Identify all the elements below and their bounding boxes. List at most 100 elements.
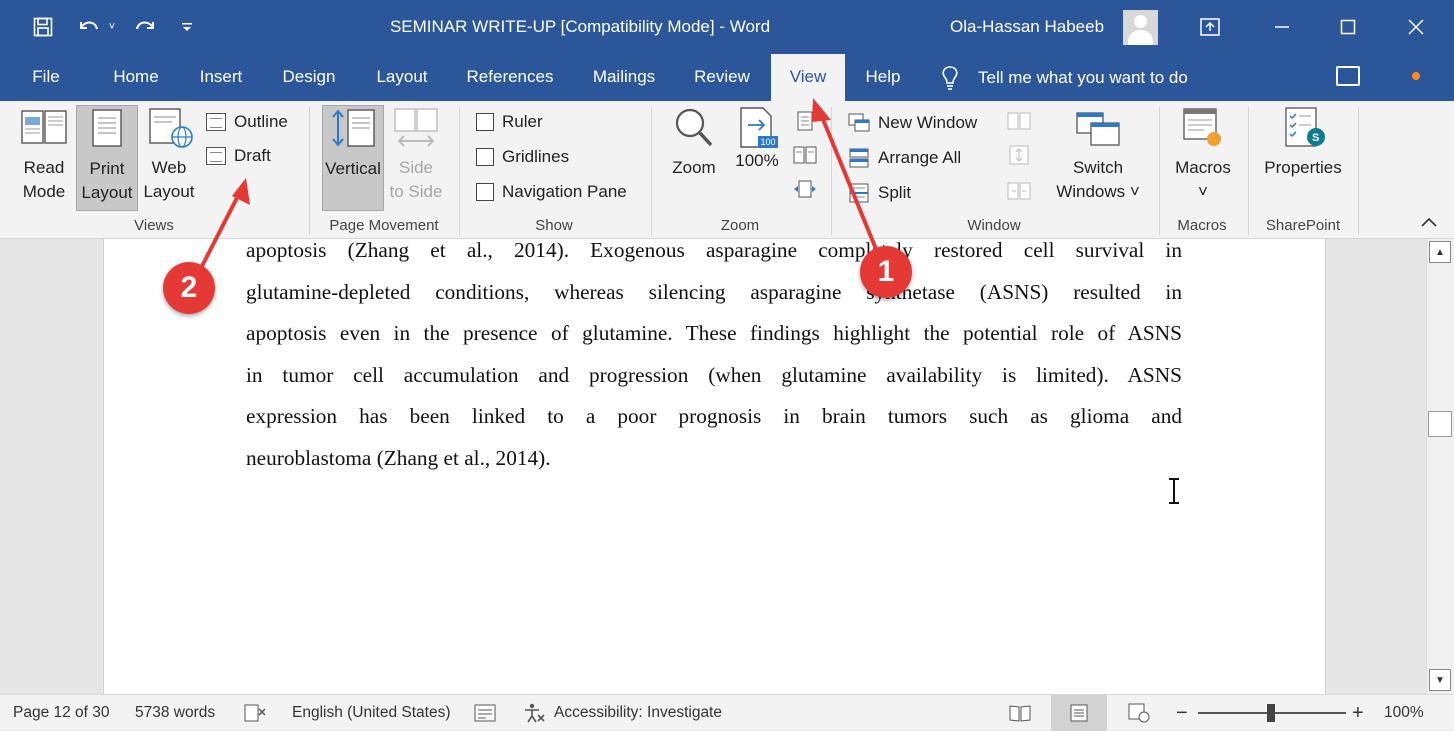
synchronous-scrolling-icon[interactable] — [1006, 143, 1032, 167]
save-icon[interactable] — [26, 10, 60, 44]
tab-insert[interactable]: Insert — [190, 54, 252, 101]
title-bar: ˅ SEMINAR WRITE-UP [Compatibility Mode] … — [0, 0, 1454, 54]
switch-windows-button[interactable]: Switch Windows ˅ — [1046, 105, 1150, 211]
minimize-icon[interactable] — [1262, 8, 1302, 46]
text-line: neuroblastoma (Zhang et al., 2014). — [246, 445, 551, 470]
gridlines-checkbox[interactable]: Gridlines — [476, 142, 569, 172]
zoom-100-button[interactable]: 100 100% — [730, 105, 784, 211]
read-mode-button[interactable]: Read Mode — [14, 105, 74, 211]
ruler-checkbox[interactable]: Ruler — [476, 107, 543, 137]
tab-home[interactable]: Home — [100, 54, 172, 101]
magnifier-icon — [675, 108, 713, 147]
zoom-out-icon[interactable]: − — [1176, 695, 1188, 731]
gridlines-check[interactable] — [476, 148, 494, 166]
one-page-icon[interactable] — [792, 109, 818, 133]
tell-me-search[interactable]: Tell me what you want to do — [940, 54, 1188, 101]
outline-button[interactable]: Outline — [206, 107, 288, 137]
vertical-icon — [332, 109, 375, 147]
arrange-all-icon — [849, 148, 869, 168]
page-count[interactable]: Page 12 of 30 — [13, 695, 110, 731]
web-layout-view-icon[interactable] — [1111, 695, 1167, 731]
print-layout-view-icon[interactable] — [1051, 695, 1107, 731]
ruler-check[interactable] — [476, 113, 494, 131]
status-bar: Page 12 of 30 5738 words English (United… — [0, 694, 1454, 731]
zoom-group-label: Zoom — [720, 217, 760, 234]
annotation-badge-2: 2 — [163, 262, 215, 314]
zoom-slider-thumb[interactable] — [1267, 704, 1275, 722]
page-width-icon[interactable] — [792, 177, 818, 201]
read-mode-view-icon[interactable] — [992, 695, 1048, 731]
split-label: Split — [878, 183, 912, 202]
ribbon-display-icon[interactable] — [1190, 8, 1230, 46]
switch-windows-icon — [1076, 112, 1120, 146]
collapse-ribbon-icon[interactable] — [1418, 215, 1440, 233]
new-window-label: New Window — [878, 113, 978, 132]
tab-layout[interactable]: Layout — [366, 54, 438, 101]
zoom-in-icon[interactable]: + — [1352, 695, 1364, 731]
word-count[interactable]: 5738 words — [135, 695, 215, 731]
tab-file[interactable]: File — [22, 54, 70, 101]
new-window-icon — [848, 113, 870, 132]
page-movement-group-label: Page Movement — [329, 217, 439, 234]
side-to-side-icon — [394, 108, 438, 147]
split-icon — [849, 183, 869, 203]
text-line: expression has been linked to a poor pro… — [246, 404, 1182, 428]
tab-help[interactable]: Help — [856, 54, 910, 101]
draft-button[interactable]: Draft — [206, 141, 271, 171]
undo-dropdown-icon[interactable]: ˅ — [104, 10, 120, 44]
text-line: glutamine-depleted conditions, whereas s… — [246, 279, 1182, 304]
web-layout-button[interactable]: Web Layout — [140, 105, 198, 211]
document-canvas[interactable]: apoptosis (Zhang et al., 2014). Exogenou… — [0, 239, 1426, 694]
ribbon-view: Read Mode Print Layout Web Layout Outlin… — [0, 101, 1454, 239]
tab-design[interactable]: Design — [272, 54, 346, 101]
print-layout-button[interactable]: Print Layout — [76, 105, 138, 211]
avatar[interactable] — [1123, 10, 1158, 45]
text-predictions-icon[interactable] — [474, 695, 496, 731]
comments-icon[interactable] — [1336, 66, 1360, 86]
user-name[interactable]: Ola-Hassan Habeeb — [950, 17, 1104, 37]
svg-text:S: S — [1312, 132, 1319, 144]
zoom-percent[interactable]: 100% — [1384, 695, 1424, 731]
read-mode-label: Read Mode — [22, 158, 66, 201]
proofing-icon[interactable] — [244, 695, 266, 731]
side-to-side-button[interactable]: Side to Side — [388, 105, 444, 211]
navigation-pane-checkbox[interactable]: Navigation Pane — [476, 177, 627, 207]
view-side-by-side-icon[interactable] — [1006, 109, 1032, 133]
vertical-scrollbar[interactable]: ▲ ▼ — [1426, 239, 1454, 694]
scroll-thumb[interactable] — [1428, 411, 1452, 437]
tab-view[interactable]: View — [771, 54, 845, 101]
vertical-button[interactable]: Vertical — [322, 105, 384, 211]
zoom-button[interactable]: Zoom — [664, 105, 724, 211]
tab-mailings[interactable]: Mailings — [582, 54, 666, 101]
multiple-pages-icon[interactable] — [792, 143, 818, 167]
accessibility-checker[interactable]: Accessibility: Investigate — [522, 695, 722, 731]
scroll-down-icon[interactable]: ▼ — [1429, 669, 1451, 691]
customize-icon[interactable] — [176, 10, 198, 44]
ribbon-tabs: File Home Insert Design Layout Reference… — [0, 54, 1454, 101]
redo-icon[interactable] — [128, 10, 162, 44]
print-layout-icon — [92, 109, 122, 147]
maximize-icon[interactable] — [1328, 8, 1368, 46]
navigation-pane-check[interactable] — [476, 183, 494, 201]
document-paragraph[interactable]: apoptosis (Zhang et al., 2014). Exogenou… — [246, 239, 1182, 479]
tab-references[interactable]: References — [458, 54, 562, 101]
undo-icon[interactable] — [72, 10, 106, 44]
split-button[interactable]: Split — [848, 178, 911, 208]
tab-review[interactable]: Review — [686, 54, 758, 101]
scroll-up-icon[interactable]: ▲ — [1429, 241, 1451, 263]
group-separator — [1248, 107, 1249, 235]
web-layout-label: Web Layout — [143, 158, 195, 201]
web-layout-icon — [149, 108, 193, 148]
close-icon[interactable] — [1396, 8, 1436, 46]
macros-button[interactable]: Macros ˅ — [1168, 105, 1238, 211]
group-separator — [459, 107, 460, 235]
group-separator — [309, 107, 310, 235]
lightbulb-icon — [942, 65, 958, 90]
properties-button[interactable]: S Properties — [1258, 105, 1348, 211]
text-line: in tumor cell accumulation and progressi… — [246, 362, 1182, 387]
show-group-label: Show — [535, 217, 573, 234]
reset-window-position-icon[interactable] — [1006, 179, 1032, 203]
arrange-all-button[interactable]: Arrange All — [848, 143, 961, 173]
new-window-button[interactable]: New Window — [848, 108, 977, 138]
language[interactable]: English (United States) — [292, 695, 451, 731]
